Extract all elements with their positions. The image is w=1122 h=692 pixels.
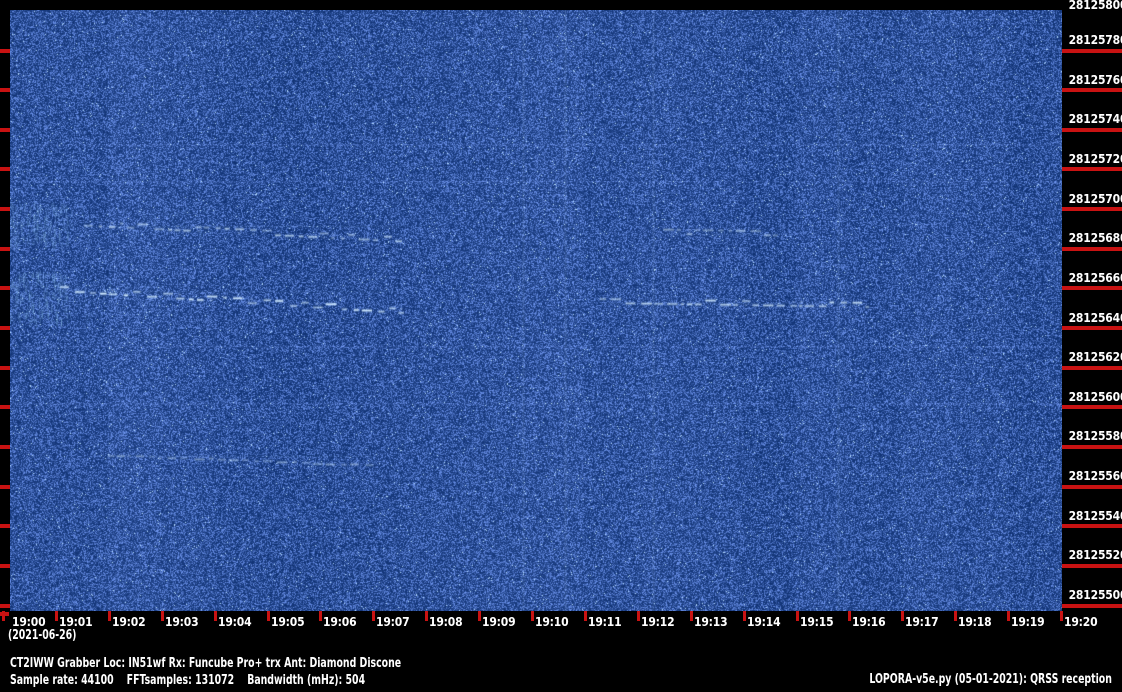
- frequency-tick-label: 28125660: [1068, 270, 1122, 285]
- frequency-tick-label: 28125560: [1068, 469, 1122, 484]
- time-tick: [160, 611, 164, 621]
- frequency-tick-line: [1062, 286, 1122, 291]
- frequency-tick-line: [1062, 405, 1122, 410]
- time-tick: [372, 611, 376, 621]
- frequency-tick-left: [0, 603, 10, 608]
- time-tick-label: 19:01: [58, 615, 93, 629]
- frequency-tick-line: [1062, 88, 1122, 93]
- frequency-tick-line: [1062, 127, 1122, 132]
- time-tick-label: 19:03: [164, 615, 199, 629]
- time-tick-label: 19:11: [587, 615, 622, 629]
- time-tick-label: 19:14: [746, 615, 781, 629]
- time-tick-label: 19:20: [1064, 615, 1098, 629]
- time-tick: [954, 611, 958, 621]
- frequency-tick-line: [1062, 326, 1122, 330]
- frequency-tick-left: [0, 246, 10, 251]
- frequency-tick-label: 28125700: [1068, 191, 1122, 206]
- time-tick: [319, 611, 323, 621]
- frequency-tick-left: [0, 524, 10, 529]
- time-tick-label: 19:05: [270, 615, 305, 629]
- time-tick: [107, 611, 111, 621]
- time-tick-label: 19:12: [640, 615, 675, 629]
- time-tick-label: 19:04: [217, 615, 252, 629]
- frequency-tick-left: [0, 444, 10, 449]
- time-tick-label: 19:15: [799, 615, 834, 629]
- frequency-tick-left: [0, 88, 10, 93]
- frequency-tick-line: [1062, 484, 1122, 489]
- frequency-tick-line: [1062, 603, 1122, 608]
- frequency-tick-left: [0, 326, 10, 330]
- frequency-tick-label: 28125720: [1068, 151, 1122, 166]
- time-tick-label: 19:19: [1011, 615, 1045, 629]
- time-tick: [795, 611, 799, 621]
- time-tick: [266, 611, 270, 621]
- time-tick-label: 19:16: [852, 615, 886, 629]
- time-tick-label: 19:07: [376, 615, 410, 629]
- frequency-tick-line: [1062, 444, 1122, 449]
- frequency-tick-left: [0, 563, 10, 568]
- frequency-tick-line: [1062, 48, 1122, 53]
- frequency-tick-label: 28125520: [1068, 548, 1122, 563]
- frequency-tick-left: [0, 167, 10, 172]
- time-tick: [425, 611, 429, 621]
- frequency-tick-left: [0, 405, 10, 410]
- time-tick: [213, 611, 217, 621]
- frequency-tick-label: 28125620: [1068, 350, 1122, 365]
- time-tick: [54, 611, 58, 621]
- date-label: (2021-06-26): [8, 628, 77, 643]
- time-tick: [742, 611, 746, 621]
- time-tick-label: 19:10: [535, 615, 569, 629]
- time-tick-label: 19:02: [111, 615, 146, 629]
- frequency-tick-label: 28125680: [1068, 231, 1122, 246]
- frequency-tick-label: 28125540: [1068, 508, 1122, 523]
- time-tick-label: 19:18: [958, 615, 992, 629]
- frequency-tick-left: [0, 484, 10, 489]
- frequency-tick-line: [1062, 207, 1122, 212]
- frequency-tick-label: 28125780: [1068, 33, 1122, 47]
- frequency-tick-label: 28125600: [1068, 389, 1122, 404]
- station-info-line: CT2IWW Grabber Loc: IN51wf Rx: Funcube P…: [10, 656, 402, 671]
- time-tick: [848, 611, 852, 621]
- time-tick-label: 19:00: [12, 615, 46, 629]
- frequency-tick-line: [1062, 246, 1122, 251]
- software-credit: LOPORA-v5e.py (05-01-2021): QRSS recepti…: [869, 672, 1112, 687]
- frequency-tick-left: [0, 127, 10, 132]
- frequency-tick-label: 28125800: [1068, 0, 1122, 12]
- frequency-tick-label: 28125500: [1068, 588, 1122, 602]
- frequency-tick-label: 28125640: [1068, 310, 1122, 325]
- time-tick-label: 19:13: [693, 615, 728, 629]
- time-tick: [901, 611, 905, 621]
- time-tick-label: 19:08: [429, 615, 463, 629]
- time-tick-label: 19:17: [905, 615, 939, 629]
- qrss-grabber-screenshot: 28125800 28125780 28125760 28125740 28125720…: [0, 0, 1122, 692]
- time-tick: [689, 611, 693, 621]
- time-tick: [583, 611, 587, 621]
- time-tick-label: 19:09: [482, 615, 516, 629]
- time-tick: [2, 611, 5, 621]
- frequency-tick-line: [1062, 365, 1122, 370]
- settings-line: Sample rate: 44100 FFTsamples: 131072 Ba…: [10, 673, 366, 688]
- time-tick: [1060, 611, 1063, 621]
- time-tick: [636, 611, 640, 621]
- frequency-tick-label: 28125740: [1068, 112, 1122, 127]
- frequency-tick-label: 28125760: [1068, 72, 1122, 87]
- time-tick: [1007, 611, 1011, 621]
- frequency-tick-line: [1062, 167, 1122, 172]
- time-tick: [531, 611, 534, 621]
- frequency-tick-left: [0, 365, 10, 370]
- spectrogram-waterfall: [10, 10, 1062, 611]
- frequency-tick-line: [1062, 563, 1122, 568]
- frequency-tick-left: [0, 286, 10, 291]
- frequency-tick-label: 28125580: [1068, 429, 1122, 444]
- frequency-tick-left: [0, 48, 10, 53]
- frequency-tick-left: [0, 207, 10, 212]
- time-tick-label: 19:06: [323, 615, 357, 629]
- frequency-tick-line: [1062, 524, 1122, 529]
- time-tick: [478, 611, 482, 621]
